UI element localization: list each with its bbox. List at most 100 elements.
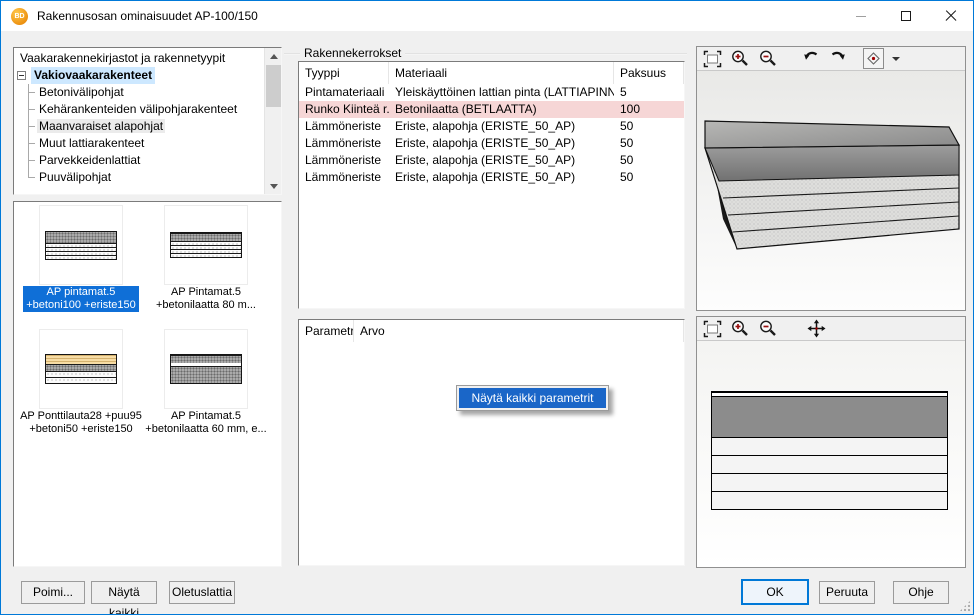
poimi-button[interactable]: Poimi... [21, 581, 85, 604]
layer-insulation [711, 473, 948, 492]
scrollbar-thumb[interactable] [266, 65, 281, 107]
slab-3d-drawing [697, 71, 965, 310]
table-row[interactable]: Lämmöneriste Eriste, alapohja (ERISTE_50… [299, 135, 684, 152]
oletuslattia-button[interactable]: Oletuslattia [169, 581, 235, 604]
zoom-out-icon[interactable] [757, 49, 779, 69]
context-menu: Näytä kaikki parametrit [456, 385, 609, 411]
tree-children: Betonivälipohjat Kehärankenteiden välipo… [14, 84, 281, 186]
nayta-kaikki-button[interactable]: Näytä kaikki [91, 581, 157, 604]
layer-preview [170, 354, 242, 384]
close-button[interactable] [928, 1, 973, 31]
toolbar-3d [697, 47, 965, 71]
menu-item-show-all-parameters[interactable]: Näytä kaikki parametrit [459, 388, 606, 408]
table-row[interactable]: Lämmöneriste Eriste, alapohja (ERISTE_50… [299, 152, 684, 169]
peruuta-button[interactable]: Peruuta [819, 581, 875, 604]
title-bar: BD Rakennusosan ominaisuudet AP-100/150 [1, 1, 973, 31]
column-header-tyyppi[interactable]: Tyyppi [299, 62, 389, 84]
table-row-highlighted[interactable]: Runko Kiinteä r... Betonilaatta (BETLAAT… [299, 101, 684, 118]
rotate-right-icon[interactable] [827, 49, 849, 69]
tree-scrollbar[interactable] [264, 48, 281, 194]
table-row[interactable]: Lämmöneriste Eriste, alapohja (ERISTE_50… [299, 169, 684, 186]
cell-tyyppi: Lämmöneriste [299, 152, 389, 169]
tree-node[interactable]: Muut lattiarakenteet [14, 135, 281, 152]
layer-insulation [711, 455, 948, 474]
pan-icon[interactable] [805, 319, 827, 339]
orbit-dropdown-icon[interactable] [892, 57, 900, 61]
column-header-paksuus[interactable]: Paksuus [614, 62, 684, 84]
layers-group-title: Rakennekerrokset [300, 46, 405, 60]
layers-table-header: Tyyppi Materiaali Paksuus [299, 62, 684, 84]
table-row[interactable]: Pintamateriaali Yleiskäyttöinen lattian … [299, 84, 684, 101]
column-header-parametri[interactable]: Parametri [299, 320, 354, 342]
tree-node[interactable]: Parvekkeidenlattiat [14, 152, 281, 169]
thumbnail-label[interactable]: AP Ponttilauta28 +puu95+betoni50 +eriste… [15, 410, 147, 436]
ohje-button[interactable]: Ohje [893, 581, 949, 604]
maximize-button[interactable] [883, 1, 928, 31]
collapse-icon[interactable] [17, 71, 26, 80]
scroll-up-icon[interactable] [265, 48, 282, 64]
cell-tyyppi: Lämmöneriste [299, 118, 389, 135]
tree-node[interactable]: Kehärankenteiden välipohjarakenteet [14, 101, 281, 118]
cell-paksuus: 50 [614, 118, 684, 135]
app-icon: BD [11, 8, 28, 25]
column-header-arvo[interactable]: Arvo [354, 320, 684, 342]
toolbar-2d [697, 317, 965, 341]
cell-materiaali: Eriste, alapohja (ERISTE_50_AP) [389, 152, 614, 169]
parameters-table-header: Parametri Arvo [299, 320, 684, 342]
parameters-table[interactable]: Parametri Arvo [298, 319, 685, 566]
cell-paksuus: 100 [614, 101, 684, 118]
thumbnail-ap-pintamat-betoni100[interactable] [39, 205, 123, 285]
zoom-in-icon[interactable] [729, 319, 751, 339]
thumbnail-ap-pintamat-betonilaatta60[interactable] [164, 329, 248, 409]
layer-concrete [711, 396, 948, 438]
slab-section-drawing [711, 392, 948, 510]
scroll-down-icon[interactable] [265, 178, 282, 194]
tree-node[interactable]: Puuvälipohjat [14, 169, 281, 186]
cell-paksuus: 50 [614, 169, 684, 186]
view-3d[interactable] [697, 71, 965, 310]
ok-button[interactable]: OK [741, 579, 809, 605]
table-row[interactable]: Lämmöneriste Eriste, alapohja (ERISTE_50… [299, 118, 684, 135]
resize-grip[interactable] [959, 600, 971, 612]
thumbnail-label[interactable]: AP Pintamat.5+betonilaatta 60 mm, e... [140, 410, 272, 436]
cell-paksuus: 50 [614, 135, 684, 152]
tree-node-root[interactable]: Vakiovaakarakenteet [14, 67, 281, 84]
tree-node-label[interactable]: Betonivälipohjat [37, 85, 126, 99]
cell-materiaali: Eriste, alapohja (ERISTE_50_AP) [389, 169, 614, 186]
preview-2d-panel [696, 316, 966, 568]
column-header-materiaali[interactable]: Materiaali [389, 62, 614, 84]
tree-header: Vaakarakennekirjastot ja rakennetyypit [14, 50, 281, 67]
view-2d[interactable] [697, 341, 965, 567]
minimize-button[interactable] [838, 1, 883, 31]
fit-view-icon[interactable] [701, 49, 723, 69]
tree-root-label[interactable]: Vakiovaakarakenteet [31, 67, 155, 84]
cell-tyyppi: Lämmöneriste [299, 169, 389, 186]
layer-insulation [711, 437, 948, 456]
zoom-in-icon[interactable] [729, 49, 751, 69]
layers-table[interactable]: Tyyppi Materiaali Paksuus Pintamateriaal… [298, 61, 685, 309]
cell-materiaali: Eriste, alapohja (ERISTE_50_AP) [389, 118, 614, 135]
tree-node-label[interactable]: Kehärankenteiden välipohjarakenteet [37, 102, 239, 116]
rotate-left-icon[interactable] [799, 49, 821, 69]
tree-node[interactable]: Betonivälipohjat [14, 84, 281, 101]
thumbnail-label[interactable]: AP Pintamat.5+betonilaatta 80 m... [140, 286, 272, 312]
dialog-window: BD Rakennusosan ominaisuudet AP-100/150 … [0, 0, 974, 615]
layer-insulation [711, 491, 948, 510]
thumbnail-label[interactable]: AP pintamat.5+betoni100 +eriste150 [15, 286, 147, 312]
tree-node-label[interactable]: Maanvaraiset alapohjat [37, 119, 165, 133]
window-controls [838, 1, 973, 31]
thumbnail-ap-ponttilauta[interactable] [39, 329, 123, 409]
structure-library-tree[interactable]: Vaakarakennekirjastot ja rakennetyypit V… [13, 47, 282, 195]
preview-3d-panel [696, 46, 966, 311]
orbit-button[interactable] [863, 48, 884, 69]
tree-node-label[interactable]: Muut lattiarakenteet [37, 136, 146, 150]
tree-node[interactable]: Maanvaraiset alapohjat [14, 118, 281, 135]
cell-tyyppi: Lämmöneriste [299, 135, 389, 152]
fit-view-icon[interactable] [701, 319, 723, 339]
structure-thumbnails-panel: AP pintamat.5+betoni100 +eriste150 AP Pi… [13, 201, 282, 567]
tree-node-label[interactable]: Puuvälipohjat [37, 170, 113, 184]
tree-node-label[interactable]: Parvekkeidenlattiat [37, 153, 142, 167]
zoom-out-icon[interactable] [757, 319, 779, 339]
cell-materiaali: Yleiskäyttöinen lattian pinta (LATTIAPIN… [389, 84, 614, 101]
thumbnail-ap-pintamat-betonilaatta80[interactable] [164, 205, 248, 285]
